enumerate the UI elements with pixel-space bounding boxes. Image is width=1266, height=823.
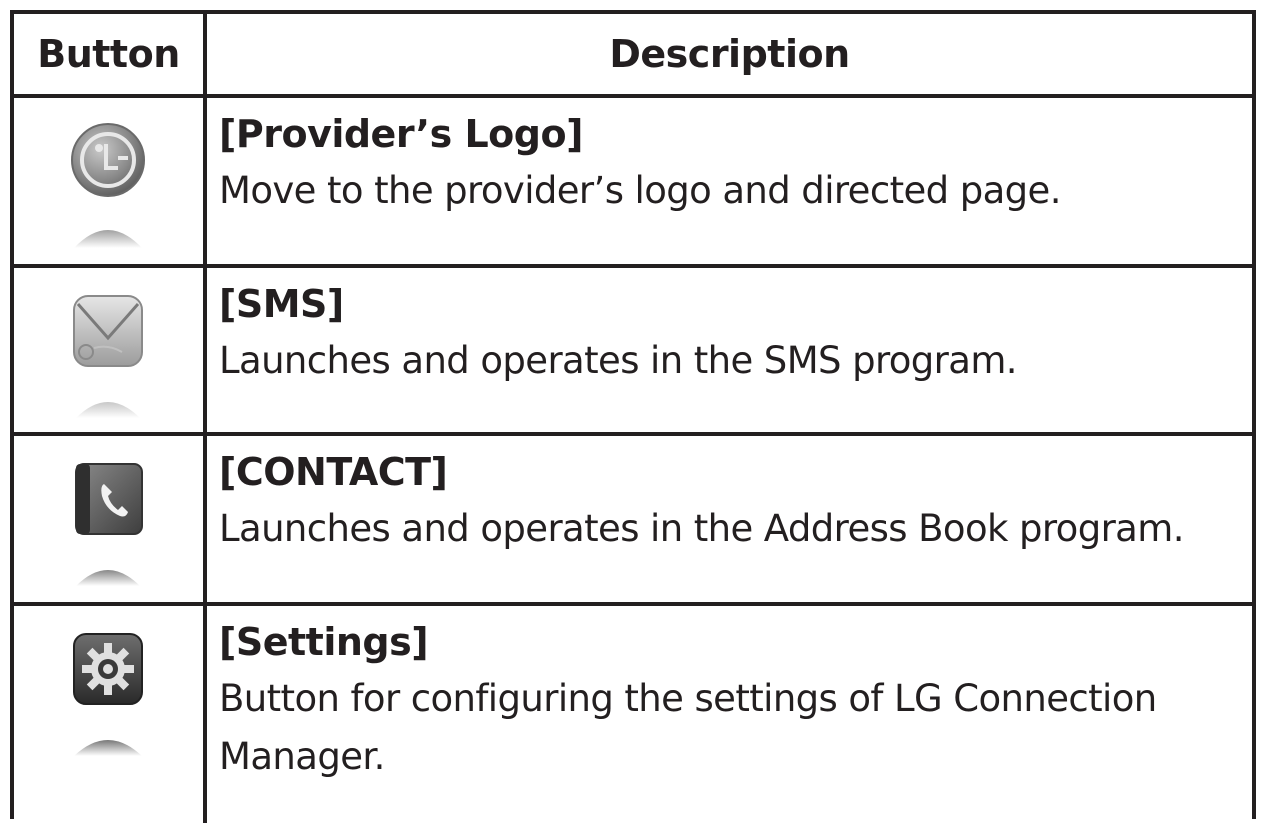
button-cell: [14, 436, 203, 602]
column-divider: [203, 268, 207, 432]
button-cell: [14, 268, 203, 432]
item-description-line-2: Manager.: [219, 735, 385, 778]
header-button: Button: [37, 32, 180, 76]
description-cell: [Settings] Button for configuring the se…: [219, 606, 1242, 786]
table-row: [Provider’s Logo] Move to the provider’s…: [14, 98, 1252, 268]
item-title: [CONTACT]: [219, 450, 448, 494]
lg-logo-icon: [71, 123, 145, 248]
item-description: Launches and operates in the Address Boo…: [219, 507, 1184, 550]
item-description: Launches and operates in the SMS program…: [219, 339, 1018, 382]
column-divider: [203, 98, 207, 264]
header-description: Description: [609, 32, 850, 76]
item-title: [SMS]: [219, 282, 344, 326]
item-description-line-1: Button for configuring the settings of L…: [219, 677, 1157, 720]
table-header-row: Button Description: [14, 14, 1252, 98]
table-row: [SMS] Launches and operates in the SMS p…: [14, 268, 1252, 436]
column-divider: [203, 436, 207, 602]
item-title: [Provider’s Logo]: [219, 112, 583, 156]
envelope-icon: [73, 295, 143, 418]
table-row: [CONTACT] Launches and operates in the A…: [14, 436, 1252, 606]
phone-book-icon: [75, 463, 143, 586]
button-cell: [14, 606, 203, 823]
button-cell: [14, 98, 203, 264]
item-title: [Settings]: [219, 620, 429, 664]
column-divider: [203, 606, 207, 823]
table-row: [Settings] Button for configuring the se…: [14, 606, 1252, 823]
button-description-table: Button Description [Provider’s Logo] Mov…: [10, 10, 1256, 823]
description-cell: [CONTACT] Launches and operates in the A…: [219, 436, 1242, 558]
description-cell: [Provider’s Logo] Move to the provider’s…: [219, 98, 1242, 220]
description-cell: [SMS] Launches and operates in the SMS p…: [219, 268, 1242, 390]
gear-icon: [73, 633, 143, 756]
item-description: Move to the provider’s logo and directed…: [219, 169, 1061, 212]
